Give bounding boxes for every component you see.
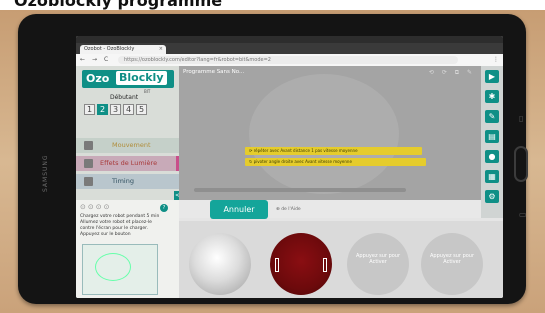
tablet-screen: Ozobot - OzoBlockly × ← → C https://ozob… [76,36,503,298]
left-bracket-icon [275,258,279,272]
tablet-device: SAMSUNG ▯ ▭ Ozobot - OzoBlockly × ← → C … [18,14,528,304]
timing-icon [84,177,93,186]
activate-circle[interactable]: Appuyez sur pour Activer [421,233,483,295]
white-flash-circle[interactable] [189,233,251,295]
right-bracket-icon [323,258,327,272]
red-flash-circle[interactable] [270,233,332,295]
workspace-scrollbar[interactable] [194,188,406,192]
light-icon [84,159,93,168]
level-selector: 1 2 3 4 5 [84,104,174,116]
level-5-button[interactable]: 5 [136,104,147,115]
cancel-button[interactable]: Annuler [210,200,268,219]
category-movement[interactable]: Mouvement [76,138,179,153]
browser-menu-icon[interactable]: ⋮ [493,56,499,63]
record-icon[interactable]: ● [485,150,499,163]
program-title[interactable]: Programme Sans No... [183,69,244,75]
help-line: Appuyez sur le bouton [80,232,131,237]
caption-text: Ozoblockly programme [14,0,223,10]
category-label: Timing [112,177,134,185]
category-label: Mouvement [112,141,151,149]
code-block-repeat[interactable]: ⟳ répéter avec Avant distance 1 pas vite… [245,147,422,155]
level-4-button[interactable]: 4 [123,104,134,115]
level-2-button[interactable]: 2 [97,104,108,115]
forward-arrow-icon[interactable]: → [92,56,97,63]
bug-icon[interactable]: ✱ [485,90,499,103]
logo-sub: BIT [144,89,151,94]
activate-label: Activer [443,259,461,265]
browser-tab-row: Ozobot - OzoBlockly × [76,43,503,54]
status-bar [76,36,503,43]
ozoblockly-logo: Ozo Blockly BIT [82,70,174,94]
activate-circle[interactable]: Appuyez sur pour Activer [347,233,409,295]
list-icon[interactable]: ▤ [485,130,499,143]
left-panel: Ozo Blockly BIT Débutant 1 2 3 4 5 Mouve… [76,66,181,201]
play-icon[interactable]: ▶ [485,70,499,83]
help-illustration [82,244,158,295]
edit-icon[interactable]: ✎ [485,110,499,123]
ghost-robot-icon [249,74,399,194]
level-1-button[interactable]: 1 [84,104,95,115]
back-arrow-icon[interactable]: ← [80,56,85,63]
reload-icon[interactable]: C [104,56,108,63]
level-label: Débutant [110,94,139,101]
home-button[interactable] [514,146,528,182]
brand-label: SAMSUNG [42,154,49,192]
help-badge-icon[interactable]: ? [160,204,168,212]
right-toolbar: ▶ ✱ ✎ ▤ ● ▦ ⚙ [481,66,503,218]
help-link[interactable]: ⊕ de l'Aide [276,207,301,212]
logo-blockly: Blockly [116,71,167,85]
code-block-rotate[interactable]: ↻ pivoter angle droite avec Avant vitess… [245,158,426,166]
level-3-button[interactable]: 3 [110,104,121,115]
back-icon[interactable]: ▭ [519,210,527,219]
logo-ozo: Ozo [86,72,110,85]
tab-title: Ozobot - OzoBlockly [84,46,135,52]
grid-icon[interactable]: ▦ [485,170,499,183]
movement-icon [84,141,93,150]
workspace-tools[interactable]: ⟲ ⟳ ⧉ ✎ [429,69,475,77]
help-text: Chargez votre robot pendant 5 min Allume… [80,214,176,238]
help-panel: ⊙⊙⊙⊙ ? Chargez votre robot pendant 5 min… [76,200,179,298]
settings-icon[interactable]: ⚙ [485,190,499,203]
category-label: Effets de Lumière [100,159,158,167]
tab-close-icon[interactable]: × [159,45,163,54]
step-indicators[interactable]: ⊙⊙⊙⊙ [80,203,111,211]
caption-strip: Ozoblockly programme [0,0,545,10]
hand-robot-icon [95,253,131,281]
flash-circles-area: Appuyez sur pour Activer Appuyez sur pou… [179,221,503,298]
address-bar[interactable]: https://ozoblockly.com/editor?lang=fr&ro… [118,56,458,64]
block-workspace[interactable]: Programme Sans No... ⟲ ⟳ ⧉ ✎ ⟳ répéter a… [179,66,481,200]
activate-label: Activer [369,259,387,265]
category-timing[interactable]: Timing [76,174,179,189]
category-light-effects[interactable]: Effets de Lumière [76,156,179,171]
recent-apps-icon[interactable]: ▯ [519,114,523,123]
browser-tab[interactable]: Ozobot - OzoBlockly × [80,45,166,54]
